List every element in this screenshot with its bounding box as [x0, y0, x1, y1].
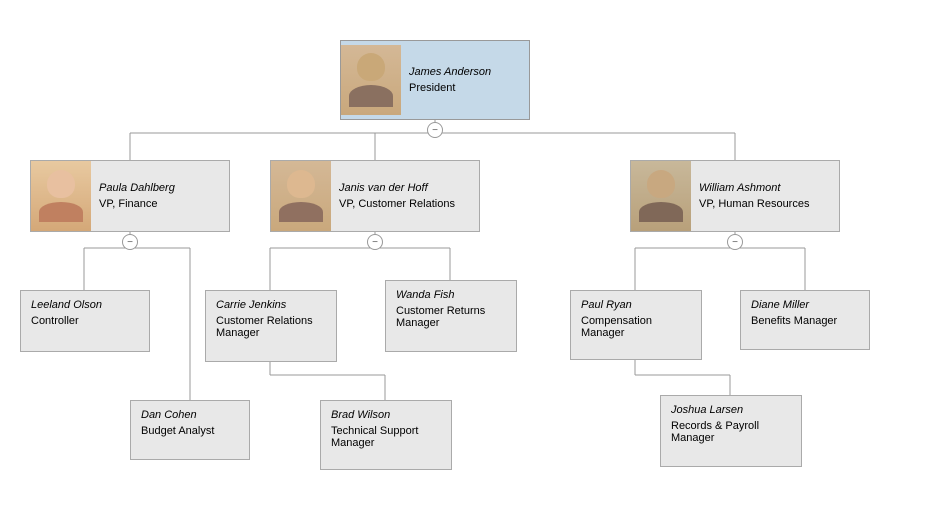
william-photo [631, 161, 691, 231]
org-chart: James Anderson President − Paula Dahlber… [0, 0, 930, 506]
paula-name: Paula Dahlberg [99, 182, 221, 194]
dan-title: Budget Analyst [141, 425, 239, 437]
janis-photo [271, 161, 331, 231]
janis-name: Janis van der Hoff [339, 182, 471, 194]
president-title: President [409, 82, 521, 94]
president-node: James Anderson President [340, 40, 530, 120]
collapse-btn-paula[interactable]: − [122, 234, 138, 250]
wanda-node: Wanda Fish Customer Returns Manager [385, 280, 517, 352]
wanda-title: Customer Returns Manager [396, 305, 506, 329]
carrie-name: Carrie Jenkins [216, 299, 326, 311]
joshua-title: Records & Payroll Manager [671, 420, 791, 444]
william-title: VP, Human Resources [699, 198, 831, 210]
dan-node: Dan Cohen Budget Analyst [130, 400, 250, 460]
paul-name: Paul Ryan [581, 299, 691, 311]
joshua-name: Joshua Larsen [671, 404, 791, 416]
paula-photo [31, 161, 91, 231]
leeland-name: Leeland Olson [31, 299, 139, 311]
leeland-title: Controller [31, 315, 139, 327]
wanda-name: Wanda Fish [396, 289, 506, 301]
brad-node: Brad Wilson Technical Support Manager [320, 400, 452, 470]
paula-node: Paula Dahlberg VP, Finance [30, 160, 230, 232]
diane-name: Diane Miller [751, 299, 859, 311]
william-node: William Ashmont VP, Human Resources [630, 160, 840, 232]
paula-title: VP, Finance [99, 198, 221, 210]
collapse-btn-william[interactable]: − [727, 234, 743, 250]
carrie-title: Customer Relations Manager [216, 315, 326, 339]
dan-name: Dan Cohen [141, 409, 239, 421]
brad-title: Technical Support Manager [331, 425, 441, 449]
president-text: James Anderson President [401, 60, 529, 100]
collapse-btn-president[interactable]: − [427, 122, 443, 138]
janis-title: VP, Customer Relations [339, 198, 471, 210]
paul-title: Compensation Manager [581, 315, 691, 339]
joshua-node: Joshua Larsen Records & Payroll Manager [660, 395, 802, 467]
paula-text: Paula Dahlberg VP, Finance [91, 176, 229, 216]
janis-text: Janis van der Hoff VP, Customer Relation… [331, 176, 479, 216]
william-name: William Ashmont [699, 182, 831, 194]
carrie-node: Carrie Jenkins Customer Relations Manage… [205, 290, 337, 362]
president-photo [341, 45, 401, 115]
diane-title: Benefits Manager [751, 315, 859, 327]
president-name: James Anderson [409, 66, 521, 78]
william-text: William Ashmont VP, Human Resources [691, 176, 839, 216]
brad-name: Brad Wilson [331, 409, 441, 421]
collapse-btn-janis[interactable]: − [367, 234, 383, 250]
paul-node: Paul Ryan Compensation Manager [570, 290, 702, 360]
leeland-node: Leeland Olson Controller [20, 290, 150, 352]
janis-node: Janis van der Hoff VP, Customer Relation… [270, 160, 480, 232]
diane-node: Diane Miller Benefits Manager [740, 290, 870, 350]
